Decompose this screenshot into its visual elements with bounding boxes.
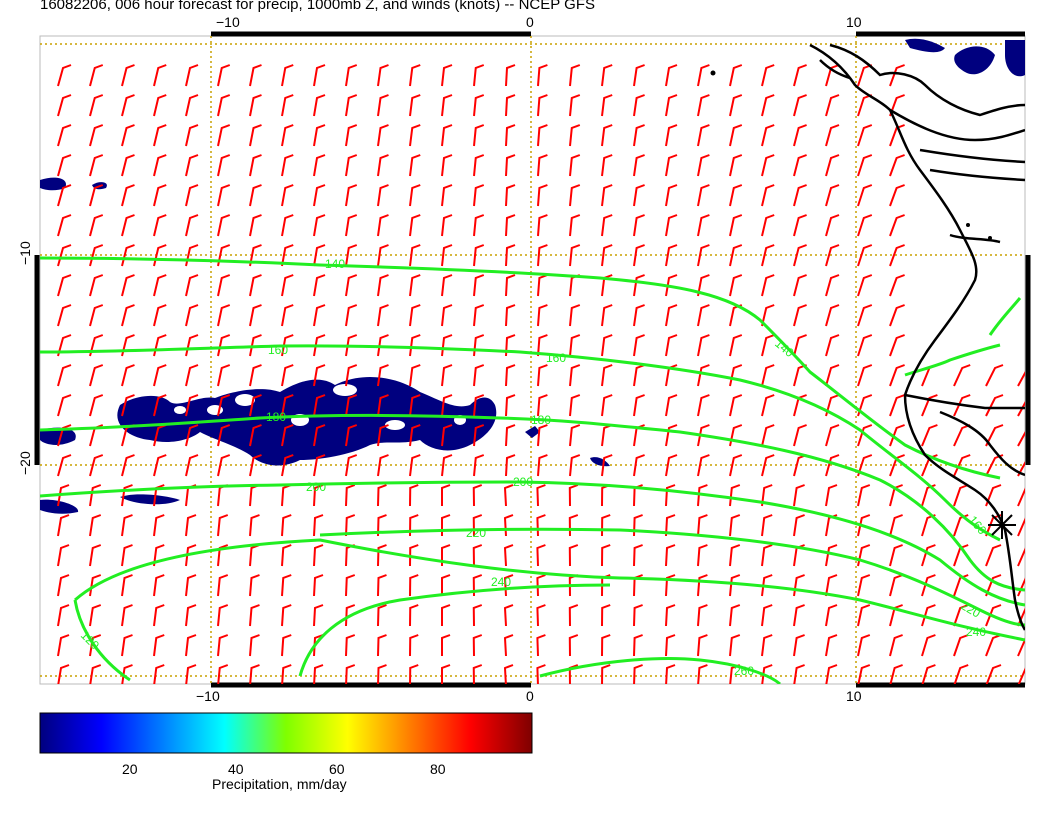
contour-label: 200: [513, 475, 533, 489]
top-tick-label-0: 0: [526, 14, 534, 30]
weather-map: −10 0 10 −10 0 10 −10 −20 140 160 180 20…: [17, 14, 1031, 777]
colorbar-label: Precipitation, mm/day: [212, 776, 347, 792]
colorbar-tick-40: 40: [228, 761, 244, 777]
top-tick-label-m10: −10: [216, 14, 240, 30]
contour-label: 260: [734, 664, 754, 678]
star-marker-icon: [988, 511, 1016, 539]
contour-label: 140: [325, 257, 345, 271]
left-tick-label-m20: −20: [17, 451, 33, 475]
contour-label: 180: [266, 410, 286, 424]
colorbar-tick-80: 80: [430, 761, 446, 777]
bottom-tick-label-0: 0: [526, 688, 534, 704]
contour-label: 160: [268, 343, 288, 357]
contour-label: 160: [546, 351, 566, 365]
colorbar-tick-20: 20: [122, 761, 138, 777]
contour-label: 240: [966, 625, 986, 639]
left-tick-label-m10: −10: [17, 241, 33, 265]
bottom-tick-label-m10: −10: [196, 688, 220, 704]
colorbar-tick-60: 60: [329, 761, 345, 777]
contour-label: 220: [466, 526, 486, 540]
contour-label: 180: [531, 413, 551, 427]
contour-label: 240: [491, 575, 511, 589]
contour-label: 200: [306, 480, 326, 494]
top-tick-label-10: 10: [846, 14, 862, 30]
bottom-tick-label-10: 10: [846, 688, 862, 704]
precip-colorbar: [39, 712, 533, 754]
